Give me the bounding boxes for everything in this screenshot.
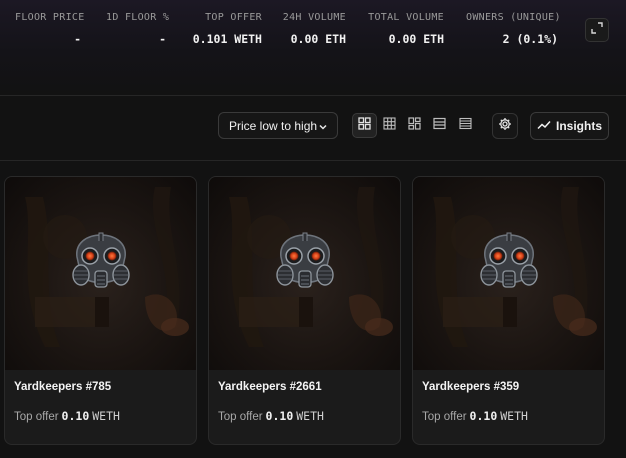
view-list-button[interactable] [427,113,452,138]
stat-label: FLOOR PRICE [15,12,85,23]
list-icon [433,117,446,135]
trend-line-icon [537,119,551,133]
top-offer: Top offer 0.10 WETH [14,409,120,423]
insights-button[interactable]: Insights [530,112,609,140]
settings-button[interactable] [492,113,518,139]
stat-owners: OWNERS (UNIQUE) 2 (0.1%) [466,12,561,46]
stat-value: 0.00 ETH [290,32,346,46]
stat-label: TOP OFFER [205,12,262,23]
grid-small-icon [383,116,396,135]
view-grid-large-button[interactable] [352,113,377,138]
stat-value: - [159,32,166,46]
nft-card[interactable]: Yardkeepers #359 Top offer 0.10 WETH [412,176,605,445]
nft-image[interactable] [5,177,196,370]
nft-name[interactable]: Yardkeepers #359 [422,381,519,393]
stat-floor-price: FLOOR PRICE - [15,12,85,46]
stat-1d-floor: 1D FLOOR % - [106,12,169,46]
nft-name[interactable]: Yardkeepers #2661 [218,381,322,393]
view-table-button[interactable] [453,113,478,138]
collection-stats-bar: FLOOR PRICE - 1D FLOOR % - TOP OFFER 0.1… [0,0,626,96]
stat-value: - [74,32,81,46]
items-toolbar: Price low to high Insights [0,112,626,140]
gear-icon [498,117,512,136]
grid-mixed-icon [408,116,421,135]
top-offer-label: Top offer [422,411,467,423]
top-offer-currency: WETH [296,409,324,423]
nft-image[interactable] [413,177,604,370]
top-offer-value: 0.10 [469,409,498,423]
insights-label: Insights [555,119,602,133]
top-offer-label: Top offer [14,411,59,423]
top-offer-value: 0.10 [265,409,294,423]
nft-card[interactable]: Yardkeepers #2661 Top offer 0.10 WETH [208,176,401,445]
grid-large-icon [358,116,371,135]
sort-dropdown[interactable]: Price low to high [218,112,338,139]
view-grid-mixed-button[interactable] [402,113,427,138]
top-offer: Top offer 0.10 WETH [218,409,324,423]
stat-total-volume: TOTAL VOLUME 0.00 ETH [368,12,444,46]
top-offer-currency: WETH [92,409,120,423]
stat-label: OWNERS (UNIQUE) [466,12,561,23]
stat-label: 1D FLOOR % [106,12,170,23]
top-offer-label: Top offer [218,411,263,423]
stat-top-offer: TOP OFFER 0.101 WETH [188,12,262,46]
stat-value: 0.00 ETH [388,32,444,46]
stat-label: TOTAL VOLUME [368,12,444,23]
chevron-down-icon [318,121,328,135]
nft-card[interactable]: Yardkeepers #785 Top offer 0.10 WETH [4,176,197,445]
stat-value: 2 (0.1%) [502,32,558,46]
stat-24h-volume: 24H VOLUME 0.00 ETH [282,12,346,46]
table-icon [459,117,472,135]
expand-icon [591,21,603,39]
section-divider [0,160,626,161]
sort-label: Price low to high [229,118,318,133]
nft-image[interactable] [209,177,400,370]
top-offer: Top offer 0.10 WETH [422,409,528,423]
stat-label: 24H VOLUME [282,12,346,23]
top-offer-value: 0.10 [61,409,90,423]
expand-button[interactable] [585,18,609,42]
view-grid-small-button[interactable] [377,113,402,138]
stat-value: 0.101 WETH [192,32,262,46]
nft-name[interactable]: Yardkeepers #785 [14,381,111,393]
top-offer-currency: WETH [500,409,528,423]
